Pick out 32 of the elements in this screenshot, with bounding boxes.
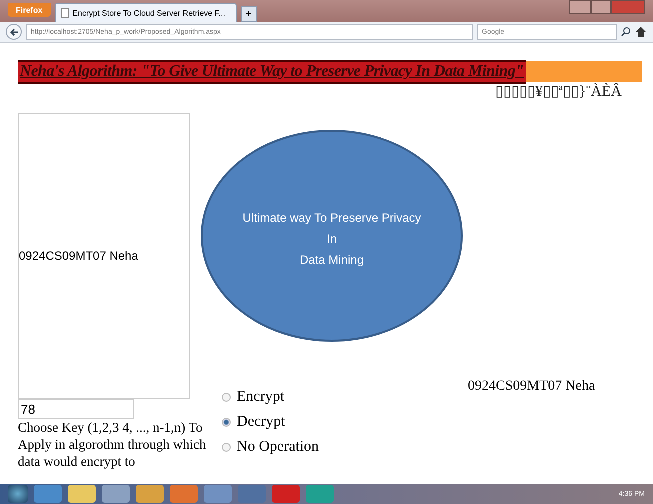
garbled-text: ▯▯▯▯▯¥▯▯ª▯▯}¨ÀÈÂ — [495, 82, 622, 101]
text-area[interactable]: 0924CS09MT07 Neha — [18, 113, 190, 399]
taskbar-app-icon[interactable] — [204, 485, 232, 503]
taskbar-app-icon[interactable] — [136, 485, 164, 503]
home-icon[interactable] — [635, 26, 647, 38]
operation-radio[interactable]: Decrypt — [222, 414, 320, 431]
taskbar-app-icon[interactable] — [102, 485, 130, 503]
back-button[interactable] — [6, 24, 22, 40]
close-button[interactable] — [611, 0, 645, 14]
radio-icon[interactable] — [222, 443, 231, 452]
taskbar-app-icon[interactable] — [306, 485, 334, 503]
key-input[interactable]: 78 — [18, 399, 134, 419]
operation-radio[interactable]: Encrypt — [222, 389, 320, 406]
radio-icon[interactable] — [222, 393, 231, 402]
search-icon[interactable] — [621, 27, 631, 37]
taskbar-app-icon[interactable] — [238, 485, 266, 503]
author-text: 0924CS09MT07 Neha — [19, 249, 138, 263]
taskbar-app-icon[interactable] — [34, 485, 62, 503]
back-arrow-icon — [10, 28, 18, 36]
start-button[interactable] — [8, 485, 28, 503]
page-heading: Neha's Algorithm: "To Give Ultimate Way to Preserve Privacy In Data Mining" — [18, 60, 526, 84]
taskbar-app-icon[interactable] — [68, 485, 96, 503]
taskbar-app-icon[interactable] — [272, 485, 300, 503]
ellipse-diagram: Ultimate way To Preserve Privacy In Data Mining — [200, 129, 464, 343]
author-text: 0924CS09MT07 Neha — [468, 379, 596, 395]
operation-radio[interactable]: No Operation — [222, 439, 320, 456]
browser-tab[interactable]: Encrypt Store To Cloud Server Retrieve F... — [54, 3, 237, 22]
key-help-text: Choose Key (1,2,3 4, ..., n-1,n) To Apply in algorothm through which data would encrypt to — [18, 419, 208, 470]
new-tab-button[interactable]: + — [240, 6, 257, 22]
page-icon — [60, 8, 69, 18]
taskbar-app-icon[interactable] — [170, 485, 198, 503]
radio-icon[interactable] — [222, 418, 231, 427]
